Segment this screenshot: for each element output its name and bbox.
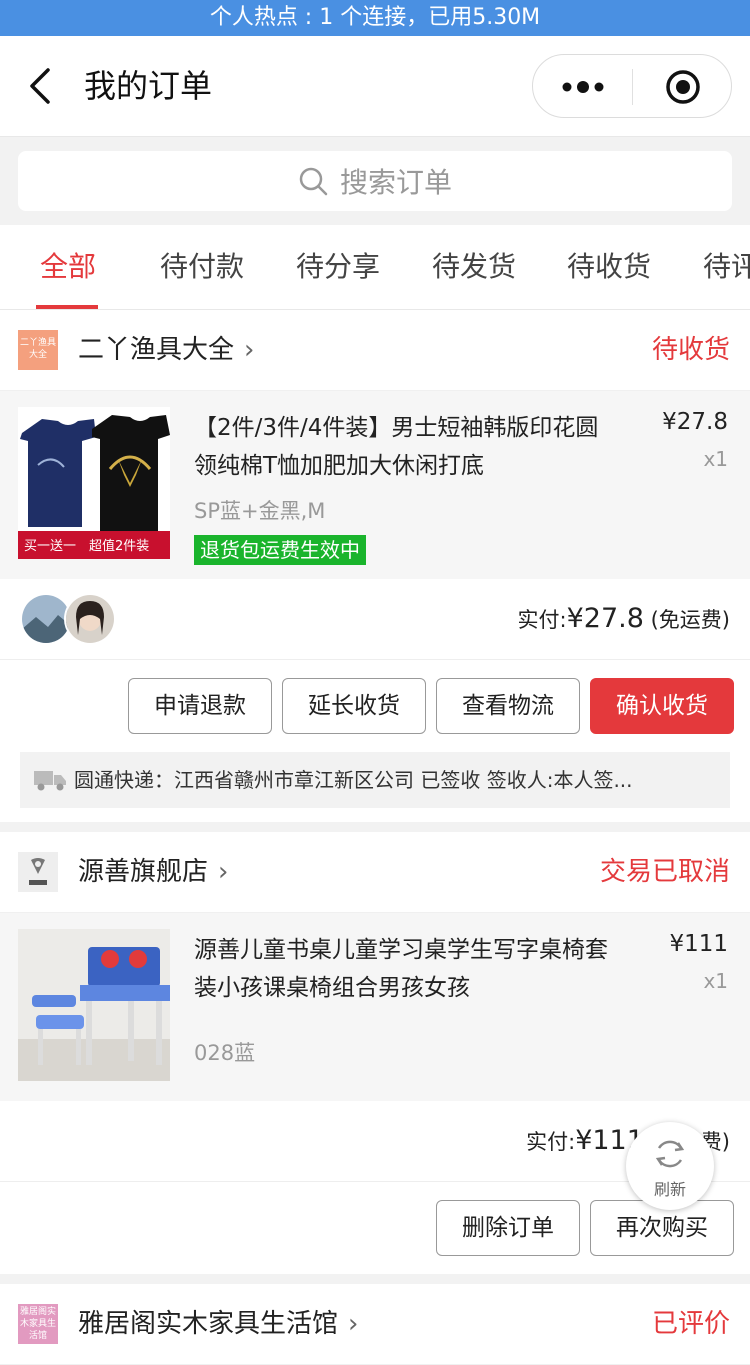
- product-spec: 028蓝: [194, 1041, 256, 1065]
- back-arrow-icon[interactable]: [22, 64, 62, 108]
- return-shipping-badge: 退货包运费生效中: [194, 535, 366, 565]
- logistics-text: 圆通快递：江西省赣州市章江新区公司 已签收 签收人:本人签...: [74, 768, 633, 792]
- order-status: 交易已取消: [599, 857, 730, 887]
- product-quantity: x1: [703, 447, 728, 471]
- product-price: ¥111: [669, 931, 728, 957]
- order-card: 雅居阁实木家具生活馆 雅居阁实木家具生活馆 › 已评价: [0, 1284, 750, 1365]
- active-tab-indicator: [36, 305, 98, 309]
- search-input[interactable]: 搜索订单: [18, 151, 732, 211]
- card-spacer: [0, 1274, 750, 1284]
- view-logistics-button[interactable]: 查看物流: [436, 678, 580, 734]
- tab-all[interactable]: 全部: [40, 225, 96, 309]
- shop-logo: 雅居阁实木家具生活馆: [18, 1304, 58, 1344]
- order-tabs: 全部 待付款 待分享 待发货 待收货 待评: [0, 225, 750, 310]
- paid-label: 实付:: [526, 1130, 576, 1154]
- product-item[interactable]: 源善儿童书桌儿童学习桌学生写字桌椅套装小孩课桌椅组合男孩女孩 028蓝 ¥111…: [0, 913, 750, 1101]
- refresh-label: 刷新: [653, 1180, 686, 1199]
- shop-name[interactable]: 二丫渔具大全 ›: [78, 330, 254, 370]
- paid-value: ¥27.8: [566, 603, 644, 634]
- product-price: ¥27.8: [662, 409, 728, 435]
- more-dots-icon[interactable]: [559, 73, 607, 101]
- payment-row: 实付:¥27.8 (免运费): [0, 579, 750, 660]
- shop-header[interactable]: 雅居阁实木家具生活馆 雅居阁实木家具生活馆 › 已评价: [0, 1284, 750, 1365]
- shipping-note: (免运费): [650, 608, 730, 632]
- shop-name[interactable]: 雅居阁实木家具生活馆 ›: [78, 1304, 358, 1344]
- order-status: 待收货: [651, 335, 730, 365]
- search-placeholder: 搜索订单: [339, 166, 452, 199]
- paid-label: 实付:: [517, 608, 567, 632]
- shop-name-text: 源善旗舰店: [78, 857, 209, 887]
- tab-pending-shipment[interactable]: 待发货: [432, 225, 516, 309]
- search-area: 搜索订单: [0, 137, 750, 225]
- shop-header[interactable]: 源善旗舰店 › 交易已取消: [0, 832, 750, 913]
- order-actions: 申请退款 延长收货 查看物流 确认收货: [0, 660, 750, 752]
- extend-receipt-button[interactable]: 延长收货: [282, 678, 426, 734]
- paid-amount: 实付:¥27.8 (免运费): [518, 599, 730, 640]
- chevron-right-icon: ›: [348, 1309, 359, 1339]
- card-spacer: [0, 822, 750, 832]
- avatar: [64, 593, 116, 645]
- order-card: 源善旗舰店 › 交易已取消 源善儿童书桌儿童学习桌学生写字桌椅套装小孩课桌椅组合男…: [0, 832, 750, 1274]
- delete-order-button[interactable]: 删除订单: [436, 1200, 580, 1256]
- logistics-wrap: 圆通快递：江西省赣州市章江新区公司 已签收 签收人:本人签...: [0, 752, 750, 822]
- product-thumbnail: [18, 929, 170, 1081]
- shop-name-text: 雅居阁实木家具生活馆: [78, 1309, 339, 1339]
- truck-icon: [34, 771, 66, 791]
- tab-pending-receipt[interactable]: 待收货: [567, 225, 651, 309]
- thumbnail-caption: 买一送一 超值2件装: [24, 538, 149, 554]
- logistics-pointer: [486, 752, 506, 753]
- shop-logo-text: 雅居阁实木家具生活馆: [19, 1307, 56, 1341]
- refund-button[interactable]: 申请退款: [128, 678, 272, 734]
- chevron-right-icon: ›: [244, 335, 255, 365]
- shop-logo-text: 二丫渔具大全: [19, 338, 56, 360]
- logistics-info[interactable]: 圆通快递：江西省赣州市章江新区公司 已签收 签收人:本人签...: [20, 752, 730, 808]
- product-title: 源善儿童书桌儿童学习桌学生写字桌椅套装小孩课桌椅组合男孩女孩: [194, 937, 608, 1001]
- refresh-button[interactable]: 刷新: [626, 1122, 714, 1210]
- confirm-receipt-button[interactable]: 确认收货: [590, 678, 734, 734]
- product-title: 【2件/3件/4件装】男士短袖韩版印花圆领纯棉T恤加肥加大休闲打底: [194, 415, 599, 479]
- tab-pending-review[interactable]: 待评: [703, 225, 750, 309]
- tab-pending-payment[interactable]: 待付款: [160, 225, 244, 309]
- shop-name[interactable]: 源善旗舰店 ›: [78, 852, 228, 892]
- mini-program-capsule: [532, 54, 732, 118]
- shop-name-text: 二丫渔具大全: [78, 335, 235, 365]
- order-card: 二丫渔具大全 二丫渔具大全 › 待收货 买一送一 超值2件装 【2件/3件/4件装…: [0, 310, 750, 822]
- shop-header[interactable]: 二丫渔具大全 二丫渔具大全 › 待收货: [0, 310, 750, 391]
- product-quantity: x1: [703, 969, 728, 993]
- product-item[interactable]: 买一送一 超值2件装 【2件/3件/4件装】男士短袖韩版印花圆领纯棉T恤加肥加大…: [0, 391, 750, 579]
- shop-logo: 二丫渔具大全: [18, 330, 58, 370]
- product-thumbnail: 买一送一 超值2件装: [18, 407, 170, 559]
- page-title: 我的订单: [84, 67, 213, 105]
- close-target-icon[interactable]: [665, 69, 701, 105]
- refresh-icon: [655, 1140, 685, 1168]
- navigation-bar: 我的订单: [0, 36, 750, 137]
- search-icon: [299, 167, 328, 196]
- order-status: 已评价: [651, 1309, 730, 1339]
- tab-pending-share[interactable]: 待分享: [296, 225, 380, 309]
- product-spec: SP蓝+金黑,M: [194, 499, 326, 523]
- hotspot-status-bar: 个人热点 : 1 个连接，已用5.30M: [0, 0, 750, 36]
- chevron-right-icon: ›: [218, 857, 229, 887]
- shop-logo: [18, 852, 58, 892]
- capsule-divider: [632, 69, 633, 105]
